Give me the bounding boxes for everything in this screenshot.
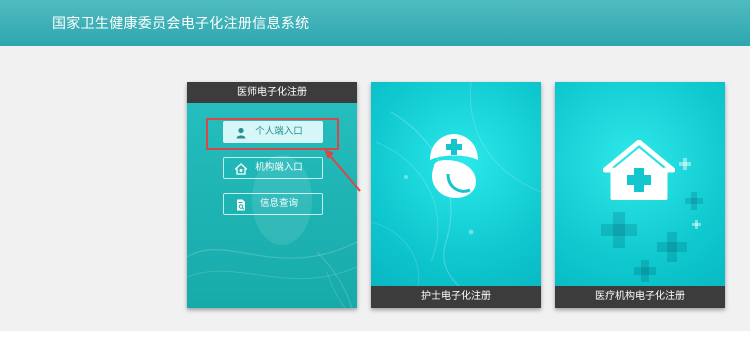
doctor-card-title: 医师电子化注册 (187, 82, 357, 103)
org-entry-button[interactable]: 机构端入口 (223, 157, 323, 179)
app-header: 国家卫生健康委员会电子化注册信息系统 (0, 0, 750, 46)
nurse-card-title[interactable]: 护士电子化注册 (371, 286, 541, 308)
institution-card-title[interactable]: 医疗机构电子化注册 (555, 286, 725, 308)
document-search-icon (237, 199, 245, 211)
info-query-label: 信息查询 (259, 198, 298, 209)
app-title: 国家卫生健康委员会电子化注册信息系统 (52, 16, 310, 32)
nurse-registration-card[interactable]: 护士电子化注册 (371, 82, 541, 308)
doctor-registration-card: 医师电子化注册 个人端入口 机构端入口 信息查询 (187, 82, 357, 308)
home-icon (235, 163, 247, 175)
info-query-button[interactable]: 信息查询 (223, 193, 323, 215)
institution-registration-card[interactable]: 医疗机构电子化注册 (555, 82, 725, 308)
org-entry-label: 机构端入口 (255, 162, 303, 173)
pointer-arrow (324, 149, 361, 192)
nurse-cap-icon (430, 134, 478, 198)
hospital-icon (603, 140, 675, 200)
